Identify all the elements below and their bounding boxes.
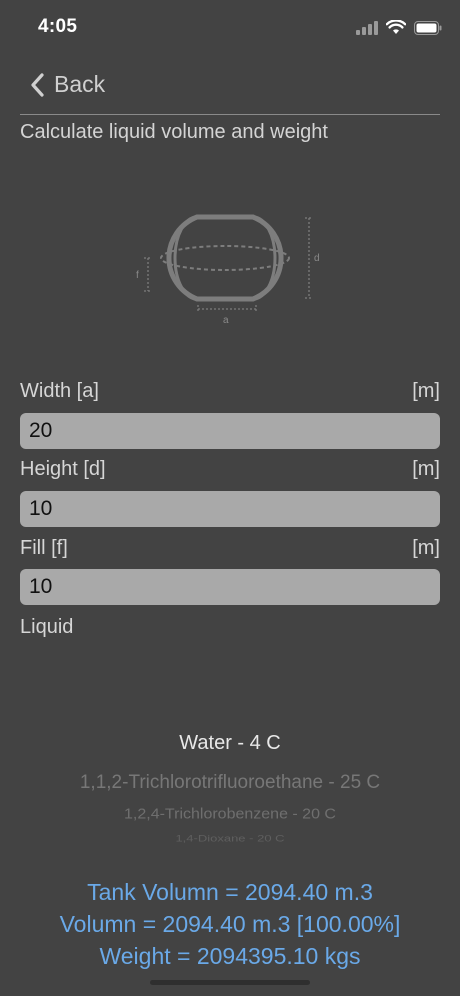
width-input[interactable] (20, 413, 440, 449)
width-label: Width [a] (20, 380, 99, 402)
weight-result: Weight = 2094395.10 kgs (99, 943, 361, 969)
picker-option[interactable]: 1,2,4-Trichlorobenzene - 20 C (20, 807, 440, 823)
tank-diagram: d f a (136, 214, 320, 326)
back-label: Back (54, 71, 106, 97)
volume-result: Volumn = 2094.40 m.3 [100.00%] (59, 911, 401, 937)
tank-volume-result: Tank Volumn = 2094.40 m.3 (87, 879, 373, 905)
back-button[interactable]: Back (30, 71, 105, 98)
page-title: Calculate liquid volume and weight (20, 121, 328, 143)
height-unit: [m] (412, 458, 440, 480)
liquid-picker[interactable]: Water - 4 C 1,1,2-Trichlorotrifluoroetha… (20, 718, 440, 848)
height-field-row: Height [d] [m] (20, 458, 440, 486)
height-input[interactable] (20, 491, 440, 527)
height-label: Height [d] (20, 458, 106, 480)
status-icons (356, 20, 442, 35)
diagram-label-f: f (136, 270, 139, 281)
results-panel: Tank Volumn = 2094.40 m.3 Volumn = 2094.… (0, 876, 460, 972)
picker-option-selected[interactable]: Water - 4 C (20, 732, 440, 755)
width-unit: [m] (412, 380, 440, 402)
picker-option[interactable]: 1,1,2-Trichlorotrifluoroethane - 25 C (20, 772, 440, 794)
navigation-bar: Back (20, 68, 440, 115)
picker-option[interactable]: 1,4-Dioxane - 20 C (20, 833, 440, 844)
home-indicator[interactable] (150, 980, 310, 985)
diagram-label-a: a (223, 315, 229, 326)
status-time: 4:05 (38, 16, 78, 37)
fill-unit: [m] (412, 537, 440, 559)
fill-input[interactable] (20, 569, 440, 605)
fill-label: Fill [f] (20, 537, 68, 559)
chevron-left-icon (31, 72, 44, 97)
battery-icon (414, 20, 442, 35)
fill-field-row: Fill [f] [m] (20, 537, 440, 565)
signal-icon (356, 20, 378, 35)
status-bar: 4:05 (0, 0, 460, 56)
wifi-icon (386, 20, 406, 34)
diagram-label-d: d (314, 253, 320, 264)
width-field-row: Width [a] [m] (20, 380, 440, 408)
liquid-label: Liquid (20, 616, 74, 638)
